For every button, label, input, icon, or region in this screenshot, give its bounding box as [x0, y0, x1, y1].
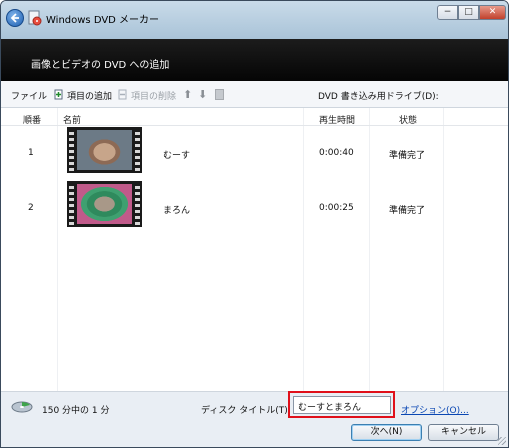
column-divider [369, 108, 370, 391]
move-down-icon[interactable]: ⬇ [198, 88, 207, 101]
column-divider [443, 108, 444, 391]
disc-usage-icon [11, 401, 33, 413]
window-title: Windows DVD メーカー [46, 15, 160, 26]
back-arrow-icon [10, 13, 19, 23]
disc-usage-text: 150 分中の 1 分 [42, 406, 110, 416]
video-thumbnail [67, 181, 142, 227]
back-button[interactable] [6, 9, 24, 27]
cancel-button[interactable]: キャンセル [428, 424, 499, 441]
preview-icon[interactable] [215, 89, 224, 100]
row-status: 準備完了 [389, 151, 426, 161]
page-banner: 画像とビデオの DVD への追加 [1, 39, 508, 81]
maximize-button[interactable]: □ [458, 5, 479, 20]
options-link[interactable]: オプション(O)... [401, 403, 469, 416]
move-up-icon[interactable]: ⬆ [183, 88, 192, 101]
disc-title-label: ディスク タイトル(T): [201, 406, 291, 416]
page-heading: 画像とビデオの DVD への追加 [31, 60, 170, 71]
header-divider [1, 125, 508, 126]
file-menu[interactable]: ファイル [11, 89, 47, 102]
toolbar: ファイル 項目の追加 項目の削除 ⬆ ⬇ DVD 書き込み用ドライブ(D): E… [1, 81, 508, 183]
add-item-icon[interactable] [54, 89, 64, 100]
row-status: 準備完了 [389, 206, 426, 216]
row-order: 1 [28, 148, 34, 158]
remove-item-button[interactable]: 項目の削除 [131, 89, 176, 102]
row-duration: 0:00:40 [319, 148, 354, 158]
item-list: 順番 名前 再生時間 状態 1 むーす 0:00:40 準備完了 2 まろん 0… [1, 108, 508, 392]
dvd-maker-window: Windows DVD メーカー − □ ✕ 画像とビデオの DVD への追加 … [0, 0, 509, 448]
row-duration: 0:00:25 [319, 203, 354, 213]
next-button[interactable]: 次へ(N) [351, 424, 422, 441]
row-name: まろん [163, 206, 191, 216]
close-button[interactable]: ✕ [479, 5, 506, 20]
column-divider [57, 108, 58, 391]
column-divider [303, 108, 304, 391]
disc-title-input[interactable]: むーすとまろん [293, 396, 391, 414]
add-item-button[interactable]: 項目の追加 [67, 89, 112, 102]
dvd-maker-app-icon [28, 10, 42, 26]
title-bar: Windows DVD メーカー − □ ✕ [1, 1, 508, 39]
minimize-button[interactable]: − [437, 5, 458, 20]
dvd-drive-label: DVD 書き込み用ドライブ(D): [318, 92, 439, 102]
remove-item-icon[interactable] [118, 89, 128, 100]
row-name: むーす [163, 151, 191, 161]
row-order: 2 [28, 203, 34, 213]
resize-grip[interactable] [498, 437, 506, 445]
video-thumbnail [67, 127, 142, 173]
